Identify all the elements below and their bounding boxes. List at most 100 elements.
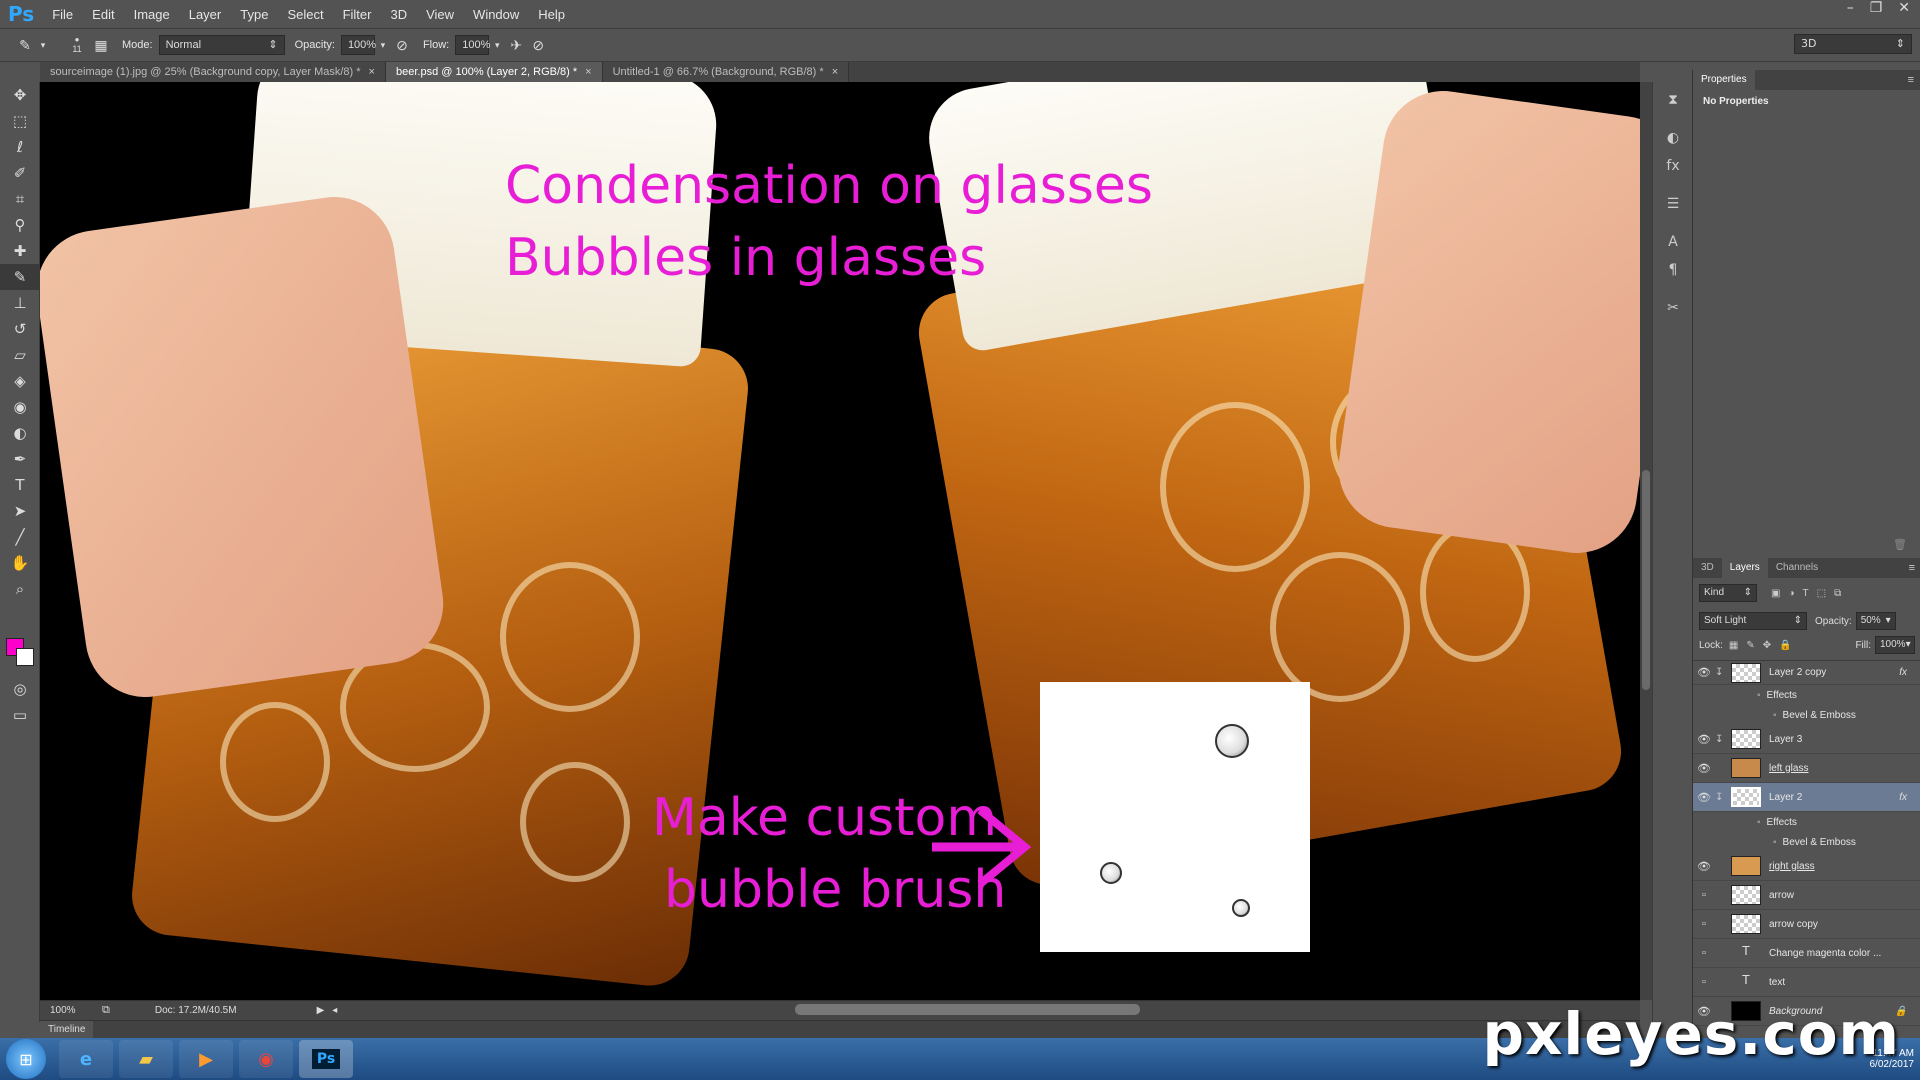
filter-pixel-icon[interactable]: ▣ bbox=[1771, 588, 1780, 599]
blur-tool-icon[interactable]: ◉ bbox=[0, 394, 40, 420]
layer-row-left-glass[interactable]: 👁 left glass bbox=[1693, 754, 1920, 783]
fx-icon[interactable]: fx bbox=[1899, 667, 1907, 678]
tab-sourceimage[interactable]: sourceimage (1).jpg @ 25% (Background co… bbox=[40, 62, 386, 82]
blend-mode-select[interactable]: Soft Light ⇕ bbox=[1699, 612, 1807, 630]
close-icon[interactable]: × bbox=[832, 66, 838, 78]
status-menu-arrow-icon[interactable]: ▶ bbox=[317, 1005, 325, 1016]
hand-tool-icon[interactable]: ✋ bbox=[0, 550, 40, 576]
layer-row-change-magenta[interactable]: ▫ T Change magenta color ... bbox=[1693, 939, 1920, 968]
tool-presets-icon[interactable]: ✂ bbox=[1653, 294, 1693, 322]
pen-tool-icon[interactable]: ✒ bbox=[0, 446, 40, 472]
lock-all-icon[interactable]: 🔒 bbox=[1779, 640, 1791, 651]
horizontal-scroll-thumb[interactable] bbox=[795, 1004, 1140, 1015]
eraser-tool-icon[interactable]: ▱ bbox=[0, 342, 40, 368]
eye-icon[interactable]: ◦ bbox=[1773, 710, 1777, 721]
airbrush-icon[interactable]: ✈ bbox=[505, 34, 527, 56]
close-icon[interactable]: × bbox=[369, 66, 375, 78]
pressure-size-icon[interactable]: ⊘ bbox=[527, 34, 549, 56]
menu-layer[interactable]: Layer bbox=[189, 7, 222, 22]
menu-file[interactable]: File bbox=[52, 7, 73, 22]
menu-view[interactable]: View bbox=[426, 7, 454, 22]
workspace-select[interactable]: 3D ⇕ bbox=[1794, 34, 1912, 54]
effects-row[interactable]: ◦ Effects bbox=[1693, 685, 1920, 705]
eye-icon[interactable]: ◦ bbox=[1757, 690, 1761, 701]
lock-pixels-icon[interactable]: ✎ bbox=[1746, 640, 1754, 651]
menu-edit[interactable]: Edit bbox=[92, 7, 114, 22]
tab-beer[interactable]: beer.psd @ 100% (Layer 2, RGB/8) * × bbox=[385, 62, 603, 82]
effects-row[interactable]: ◦ Effects bbox=[1693, 812, 1920, 832]
layer-row-right-glass[interactable]: 👁 right glass bbox=[1693, 852, 1920, 881]
tab-channels[interactable]: Channels bbox=[1768, 558, 1826, 578]
document-canvas[interactable]: Condensation on glasses Bubbles in glass… bbox=[40, 82, 1640, 1000]
start-button[interactable]: ⊞ bbox=[6, 1039, 46, 1079]
menu-select[interactable]: Select bbox=[287, 7, 323, 22]
eye-hidden-icon[interactable]: ▫ bbox=[1693, 918, 1715, 930]
chevron-down-icon[interactable]: ▾ bbox=[36, 34, 50, 56]
brush-preset-picker[interactable]: ● 11 bbox=[64, 34, 90, 56]
styles-panel-icon[interactable]: fx bbox=[1653, 152, 1693, 180]
lock-position-icon[interactable]: ✥ bbox=[1763, 640, 1771, 651]
quick-select-tool-icon[interactable]: ✐ bbox=[0, 160, 40, 186]
layer-row-layer2copy[interactable]: 👁 ↧ Layer 2 copy fx bbox=[1693, 661, 1920, 685]
brush-tool-icon[interactable]: ✎ bbox=[14, 34, 36, 56]
chrome-button[interactable]: ◉ bbox=[239, 1040, 293, 1078]
bevel-emboss-row[interactable]: ◦ Bevel & Emboss bbox=[1693, 705, 1920, 725]
screen-mode-icon[interactable]: ▭ bbox=[0, 702, 40, 728]
line-tool-icon[interactable]: ╱ bbox=[0, 524, 40, 550]
lock-transparent-icon[interactable]: ▦ bbox=[1729, 640, 1738, 651]
crop-tool-icon[interactable]: ⌗ bbox=[0, 186, 40, 212]
close-button[interactable]: ✕ bbox=[1898, 0, 1910, 22]
brush-tool-icon[interactable]: ✎ bbox=[0, 264, 40, 290]
eye-icon[interactable]: 👁 bbox=[1693, 733, 1715, 746]
layer-row-arrow[interactable]: ▫ arrow bbox=[1693, 881, 1920, 910]
eyedropper-tool-icon[interactable]: ⚲ bbox=[0, 212, 40, 238]
move-tool-icon[interactable]: ✥ bbox=[0, 82, 40, 108]
layer-filter-kind[interactable]: Kind ⇕ bbox=[1699, 584, 1757, 602]
tab-layers[interactable]: Layers bbox=[1721, 558, 1768, 578]
filter-type-icon[interactable]: T bbox=[1803, 588, 1809, 599]
character-panel-icon[interactable]: A bbox=[1653, 228, 1693, 256]
fx-icon[interactable]: fx bbox=[1899, 792, 1907, 803]
menu-image[interactable]: Image bbox=[134, 7, 170, 22]
history-brush-icon[interactable]: ↺ bbox=[0, 316, 40, 342]
filter-smart-icon[interactable]: ⧉ bbox=[1834, 588, 1841, 599]
history-panel-icon[interactable]: ⧗ bbox=[1653, 86, 1693, 114]
fill-input[interactable]: 100% ▾ bbox=[1875, 636, 1915, 654]
layer-opacity-input[interactable]: 50% ▾ bbox=[1855, 612, 1896, 630]
eye-icon[interactable]: ◦ bbox=[1773, 837, 1777, 848]
layer-row-layer3[interactable]: 👁 ↧ Layer 3 bbox=[1693, 725, 1920, 754]
mode-select[interactable]: Normal ⇕ bbox=[158, 35, 285, 55]
scroll-left-arrow-icon[interactable]: ◂ bbox=[332, 1005, 337, 1016]
panel-menu-icon[interactable]: ≡ bbox=[1908, 74, 1914, 86]
menu-help[interactable]: Help bbox=[538, 7, 565, 22]
zoom-tool-icon[interactable]: ⌕ bbox=[0, 576, 40, 602]
path-select-tool-icon[interactable]: ➤ bbox=[0, 498, 40, 524]
paragraph-panel-icon[interactable]: ¶ bbox=[1653, 256, 1693, 284]
stamp-tool-icon[interactable]: ⊥ bbox=[0, 290, 40, 316]
dodge-tool-icon[interactable]: ◐ bbox=[0, 420, 40, 446]
layer-row-text[interactable]: ▫ T text bbox=[1693, 968, 1920, 997]
timeline-tab[interactable]: Timeline bbox=[40, 1021, 94, 1038]
marquee-tool-icon[interactable]: ⬚ bbox=[0, 108, 40, 134]
background-color-swatch[interactable] bbox=[16, 648, 34, 666]
eye-icon[interactable]: 👁 bbox=[1693, 762, 1715, 775]
explorer-button[interactable]: ▰ bbox=[119, 1040, 173, 1078]
eye-hidden-icon[interactable]: ▫ bbox=[1693, 947, 1715, 959]
menu-window[interactable]: Window bbox=[473, 7, 519, 22]
quick-mask-icon[interactable]: ◎ bbox=[0, 676, 40, 702]
menu-type[interactable]: Type bbox=[240, 7, 268, 22]
flow-input[interactable]: 100% bbox=[455, 35, 490, 55]
flow-dropdown-icon[interactable]: ▾ bbox=[489, 34, 505, 56]
filter-adjustment-icon[interactable]: ◑ bbox=[1788, 588, 1794, 599]
pressure-opacity-icon[interactable]: ⊘ bbox=[391, 34, 413, 56]
zoom-level[interactable]: 100% bbox=[50, 1005, 90, 1016]
photoshop-button[interactable]: Ps bbox=[299, 1040, 353, 1078]
brush-panel-icon[interactable]: ▦ bbox=[90, 34, 112, 56]
menu-3d[interactable]: 3D bbox=[390, 7, 407, 22]
layer-row-arrow-copy[interactable]: ▫ arrow copy bbox=[1693, 910, 1920, 939]
eye-icon[interactable]: 👁 bbox=[1693, 666, 1715, 679]
filter-shape-icon[interactable]: ⬚ bbox=[1817, 588, 1826, 599]
eye-icon[interactable]: ◦ bbox=[1757, 817, 1761, 828]
close-icon[interactable]: × bbox=[585, 66, 591, 78]
lasso-tool-icon[interactable]: ℓ bbox=[0, 134, 40, 160]
